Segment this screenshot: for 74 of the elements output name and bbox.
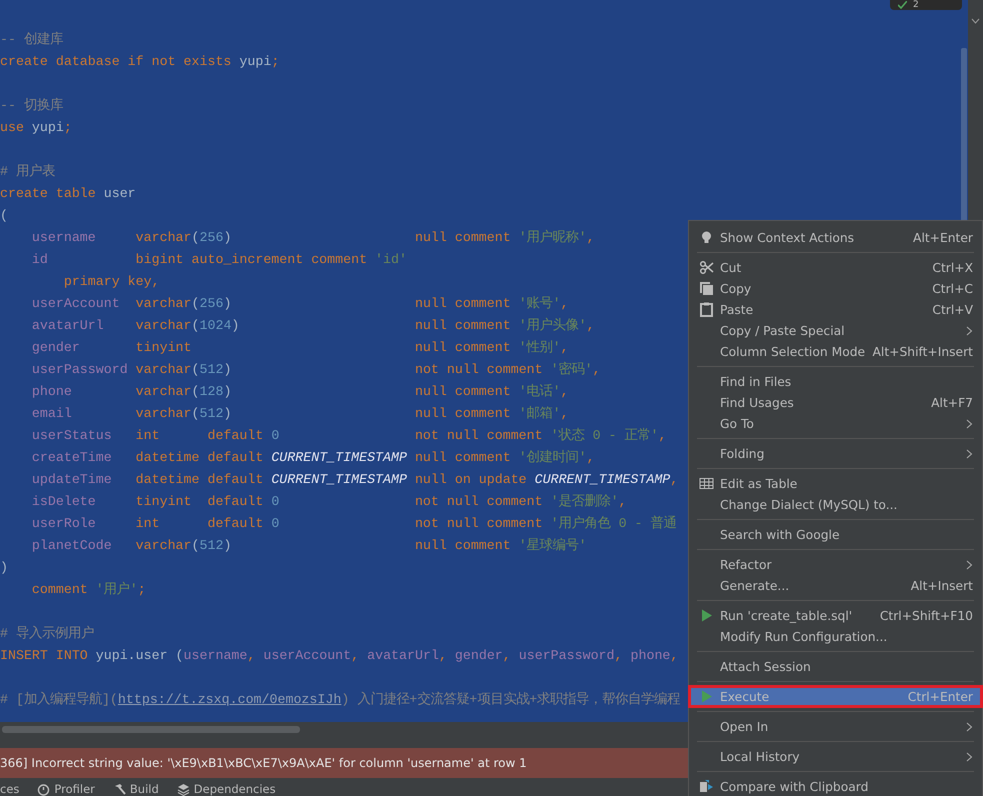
menu-item[interactable]: Change Dialect (MySQL) to... bbox=[689, 494, 982, 515]
layers-icon bbox=[176, 782, 190, 796]
menu-item[interactable]: Run 'create_table.sql' Ctrl+Shift+F10 bbox=[689, 605, 982, 626]
menu-item[interactable]: Modify Run Configuration... bbox=[689, 626, 982, 647]
code-line: userStatus int default 0 not null comment '状态 0 - 正常', bbox=[30, 426, 666, 445]
menu-item[interactable]: Go To bbox=[689, 413, 982, 434]
code-line: planetCode varchar(512) null comment '星球编号' bbox=[30, 536, 587, 555]
table-icon bbox=[699, 476, 714, 491]
menu-item[interactable]: Refactor bbox=[689, 554, 982, 575]
code-line: create database if not exists yupi; bbox=[0, 53, 280, 71]
code-line: userAccount varchar(256) null comment '账号', bbox=[30, 295, 569, 313]
code-line: # 导入示例用户 bbox=[0, 624, 94, 643]
error-message: 366] Incorrect string value: '\xE9\xB1\xBC\xE7\x9A\xAE' for column 'username' at row 1 bbox=[0, 756, 527, 770]
code-line: createTime datetime default CURRENT_TIMESTAMP null comment '创建时间', bbox=[30, 448, 595, 467]
code-line: # 用户表 bbox=[0, 162, 55, 181]
copy-icon bbox=[699, 281, 714, 296]
compare-icon bbox=[699, 779, 714, 794]
tool-window-tab[interactable]: Profiler bbox=[37, 782, 95, 796]
menu-item[interactable]: Column Selection Mode Alt+Shift+Insert bbox=[689, 341, 982, 362]
chevron-right-icon bbox=[966, 752, 973, 762]
chevron-right-icon bbox=[966, 560, 973, 570]
chevron-down-icon[interactable] bbox=[971, 18, 980, 24]
hammer-icon bbox=[112, 782, 126, 796]
code-line: email varchar(512) null comment '邮箱', bbox=[30, 405, 569, 423]
menu-item[interactable]: Open In bbox=[689, 716, 982, 737]
code-line: comment '用户'; bbox=[30, 580, 146, 599]
tool-window-tab[interactable]: ces bbox=[0, 782, 20, 796]
code-line: gender tinyint null comment '性别', bbox=[30, 339, 569, 357]
menu-item[interactable]: Find in Files bbox=[689, 371, 982, 392]
menu-item[interactable]: Find Usages Alt+F7 bbox=[689, 392, 982, 413]
code-line: updateTime datetime default CURRENT_TIMESTAMP null on update CURRENT_TIMESTAMP, bbox=[30, 471, 678, 489]
code-line: phone varchar(128) null comment '电话', bbox=[30, 382, 569, 401]
menu-item[interactable]: Folding bbox=[689, 443, 982, 464]
menu-item[interactable]: Copy Ctrl+C bbox=[689, 278, 982, 299]
play-icon bbox=[699, 689, 714, 704]
code-line: create table user bbox=[0, 185, 136, 203]
code-line: use yupi; bbox=[0, 119, 72, 137]
menu-item[interactable]: Attach Session bbox=[689, 656, 982, 677]
menu-item[interactable]: Show Context Actions Alt+Enter bbox=[689, 227, 982, 248]
chevron-right-icon bbox=[966, 722, 973, 732]
menu-item[interactable]: Generate... Alt+Insert bbox=[689, 575, 982, 596]
chevron-right-icon bbox=[966, 418, 973, 428]
scissors-icon bbox=[699, 260, 714, 275]
scrollbar-thumb[interactable] bbox=[2, 726, 300, 733]
code-line: INSERT INTO yupi.user (username, userAccount, avatarUrl, gender, userPassword, phone, bbox=[0, 647, 678, 665]
code-line: id bigint auto_increment comment 'id' bbox=[30, 251, 407, 269]
clipboard-icon bbox=[699, 302, 714, 317]
chevron-right-icon bbox=[966, 326, 973, 336]
code-line: ( bbox=[0, 207, 8, 225]
code-line: # [加入编程导航](https://t.zsxq.com/0emozsIJh) 入门捷径+交流答疑+项目实战+求职指导，帮你自学编程 bbox=[0, 690, 680, 709]
code-line: username varchar(256) null comment '用户昵称', bbox=[30, 228, 595, 247]
code-line: primary key, bbox=[62, 273, 160, 291]
tool-window-tab[interactable]: Dependencies bbox=[176, 782, 276, 796]
tool-window-tab[interactable]: Build bbox=[112, 782, 159, 796]
menu-item[interactable]: Edit as Table bbox=[689, 473, 982, 494]
menu-item[interactable]: Search with Google bbox=[689, 524, 982, 545]
menu-item[interactable]: Copy / Paste Special bbox=[689, 320, 982, 341]
inspection-widget[interactable]: 2 bbox=[890, 0, 962, 10]
code-line: -- 创建库 bbox=[0, 30, 63, 49]
code-line: -- 切换库 bbox=[0, 96, 63, 115]
menu-item[interactable]: Local History bbox=[689, 746, 982, 767]
lightbulb-icon bbox=[699, 230, 714, 245]
code-line: userPassword varchar(512) not null comment '密码', bbox=[30, 360, 601, 379]
code-line: userRole int default 0 not null comment '用户角色 0 - 普通 bbox=[30, 514, 676, 533]
menu-item[interactable]: Compare with Clipboard bbox=[689, 776, 982, 796]
code-line: avatarUrl varchar(1024) null comment '用户头像', bbox=[30, 316, 595, 335]
check-icon bbox=[898, 1, 907, 9]
stopwatch-icon bbox=[37, 782, 50, 796]
menu-item[interactable]: Paste Ctrl+V bbox=[689, 299, 982, 320]
play-icon bbox=[699, 608, 714, 623]
chevron-right-icon bbox=[966, 448, 973, 458]
code-line: ) bbox=[0, 559, 8, 577]
code-line: isDelete tinyint default 0 not null comment '是否删除', bbox=[30, 493, 627, 511]
menu-item[interactable]: Cut Ctrl+X bbox=[689, 257, 982, 278]
